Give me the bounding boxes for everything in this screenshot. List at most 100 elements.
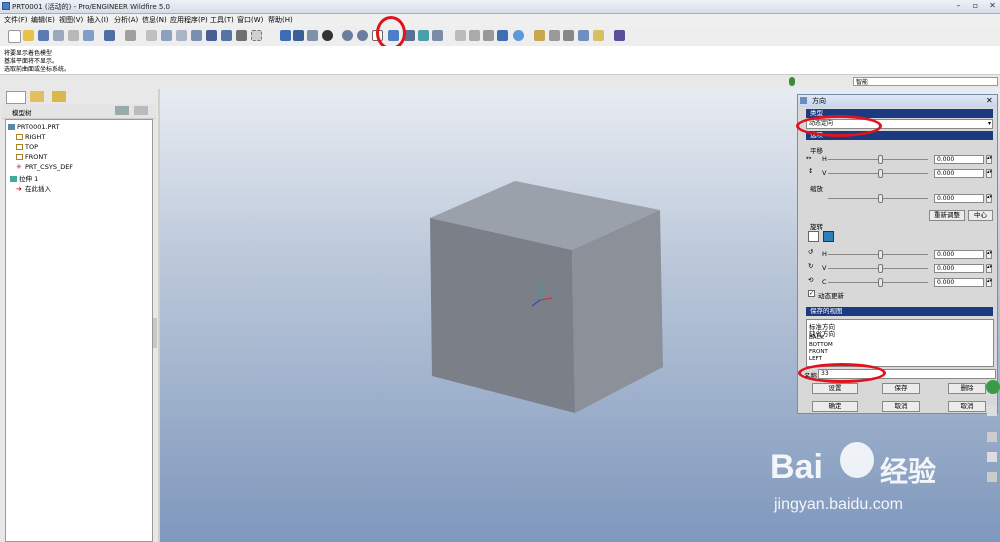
delete-button[interactable]: 删除 <box>948 383 986 394</box>
rot-c-input[interactable]: 0.000 <box>934 278 984 287</box>
menu-window[interactable]: 窗口(W) <box>237 15 263 25</box>
cancel-button-2[interactable]: 取消 <box>948 401 986 412</box>
tree-item-csys[interactable]: ✳ PRT_CSYS_DEF <box>16 163 73 171</box>
regen-manager-icon[interactable] <box>221 30 232 41</box>
rot-v-spinner[interactable]: ▴▾ <box>986 264 992 273</box>
new-file-icon[interactable] <box>8 30 21 43</box>
find-icon[interactable] <box>236 30 247 41</box>
no-hidden-icon[interactable] <box>483 30 494 41</box>
datum-axis-display-icon[interactable] <box>549 30 560 41</box>
open-folder-icon[interactable] <box>23 30 34 41</box>
repaint-icon[interactable] <box>280 30 291 41</box>
pan-h-slider-handle[interactable] <box>878 155 883 164</box>
tree-item-extrude[interactable]: 拉伸 1 <box>10 173 38 183</box>
save-icon[interactable] <box>38 30 49 41</box>
pan-v-spinner[interactable]: ▴▾ <box>986 169 992 178</box>
rotate-screen-center-icon[interactable] <box>808 231 819 242</box>
show-icon[interactable] <box>134 106 148 115</box>
rotate-axis-icon[interactable] <box>823 231 834 242</box>
panel-splitter[interactable] <box>153 318 157 348</box>
redo-icon[interactable] <box>125 30 136 41</box>
shaded-icon[interactable] <box>497 30 508 41</box>
menu-help[interactable]: 帮助(H) <box>268 15 293 25</box>
tree-item-right[interactable]: RIGHT <box>16 133 45 141</box>
menu-edit[interactable]: 编辑(E) <box>31 15 55 25</box>
list-item[interactable]: FRONT <box>809 349 828 355</box>
copy-icon[interactable] <box>161 30 172 41</box>
regenerate-icon[interactable] <box>206 30 217 41</box>
menu-applications[interactable]: 应用程序(P) <box>170 15 208 25</box>
green-status-icon[interactable] <box>986 380 1000 394</box>
center-button[interactable]: 中心 <box>968 210 993 221</box>
enhanced-realism-icon[interactable] <box>513 30 524 41</box>
tree-item-part[interactable]: PRT0001.PRT <box>8 123 59 131</box>
hidden-line-icon[interactable] <box>469 30 480 41</box>
cut-icon[interactable] <box>146 30 157 41</box>
rot-c-spinner[interactable]: ▴▾ <box>986 278 992 287</box>
settings-icon[interactable] <box>115 106 129 115</box>
layers-icon[interactable] <box>418 30 429 41</box>
menu-insert[interactable]: 插入(I) <box>87 15 109 25</box>
favorites-tab[interactable] <box>52 91 66 102</box>
paste-icon[interactable] <box>176 30 187 41</box>
dialog-close-icon[interactable]: ✕ <box>986 95 993 107</box>
folder-browser-tab[interactable] <box>30 91 44 102</box>
cancel-button[interactable]: 取消 <box>882 401 920 412</box>
set-button[interactable]: 设置 <box>812 383 858 394</box>
zoom-slider-handle[interactable] <box>878 194 883 203</box>
menu-view[interactable]: 视图(V) <box>59 15 83 25</box>
menu-info[interactable]: 信息(N) <box>142 15 167 25</box>
context-help-icon[interactable] <box>614 30 625 41</box>
model-tree-tab[interactable] <box>6 91 26 104</box>
email-icon[interactable] <box>83 30 94 41</box>
list-item[interactable]: BACK <box>809 335 824 341</box>
tool-icon[interactable] <box>987 406 997 416</box>
saved-views-section-header[interactable]: 保存的视图 <box>806 307 993 316</box>
csys-display-icon[interactable] <box>578 30 589 41</box>
undo-icon[interactable] <box>104 30 115 41</box>
selection-filter[interactable]: 智能 <box>853 77 998 86</box>
pan-v-input[interactable]: 0.000 <box>934 169 984 178</box>
ok-button[interactable]: 确定 <box>812 401 858 412</box>
menu-analysis[interactable]: 分析(A) <box>114 15 138 25</box>
printer-icon[interactable] <box>68 30 79 41</box>
rot-h-slider-handle[interactable] <box>878 250 883 259</box>
datum-plane-display-icon[interactable] <box>534 30 545 41</box>
menu-file[interactable]: 文件(F) <box>4 15 28 25</box>
tree-item-top[interactable]: TOP <box>16 143 38 151</box>
minimize-button[interactable]: – <box>953 1 964 11</box>
shading-icon[interactable] <box>322 30 333 41</box>
wireframe-icon[interactable] <box>455 30 466 41</box>
tree-item-insert-here[interactable]: ➔ 在此插入 <box>16 183 51 193</box>
pan-v-slider-handle[interactable] <box>878 169 883 178</box>
rot-v-input[interactable]: 0.000 <box>934 264 984 273</box>
rot-c-slider-handle[interactable] <box>878 278 883 287</box>
close-button[interactable]: ✕ <box>987 1 998 11</box>
menu-tools[interactable]: 工具(T) <box>210 15 234 25</box>
orient-mode-icon[interactable] <box>307 30 318 41</box>
tree-item-front[interactable]: FRONT <box>16 153 47 161</box>
rot-v-slider-handle[interactable] <box>878 264 883 273</box>
datum-point-display-icon[interactable] <box>563 30 574 41</box>
zoom-input[interactable]: 0.000 <box>934 194 984 203</box>
view-manager-icon[interactable] <box>432 30 443 41</box>
pan-h-spinner[interactable]: ▴▾ <box>986 155 992 164</box>
list-item[interactable]: BOTTOM <box>809 342 833 348</box>
maximize-button[interactable]: ▫ <box>970 1 981 11</box>
save-button[interactable]: 保存 <box>882 383 920 394</box>
pan-h-input[interactable]: 0.000 <box>934 155 984 164</box>
zoom-in-icon[interactable] <box>342 30 353 41</box>
zoom-out-icon[interactable] <box>357 30 368 41</box>
rot-h-input[interactable]: 0.000 <box>934 250 984 259</box>
zoom-spinner[interactable]: ▴▾ <box>986 194 992 203</box>
reset-button[interactable]: 重新调整 <box>929 210 965 221</box>
paste-special-icon[interactable] <box>191 30 202 41</box>
list-item[interactable]: LEFT <box>809 356 822 362</box>
select-box-icon[interactable] <box>251 30 262 41</box>
dynamic-update-checkbox[interactable]: ✓ <box>808 290 815 297</box>
print-icon[interactable] <box>53 30 64 41</box>
rot-h-spinner[interactable]: ▴▾ <box>986 250 992 259</box>
annotation-display-icon[interactable] <box>593 30 604 41</box>
spin-center-icon[interactable] <box>293 30 304 41</box>
saved-views-list[interactable]: 标准方向 缺省方向 BACK BOTTOM FRONT LEFT <box>806 319 994 367</box>
